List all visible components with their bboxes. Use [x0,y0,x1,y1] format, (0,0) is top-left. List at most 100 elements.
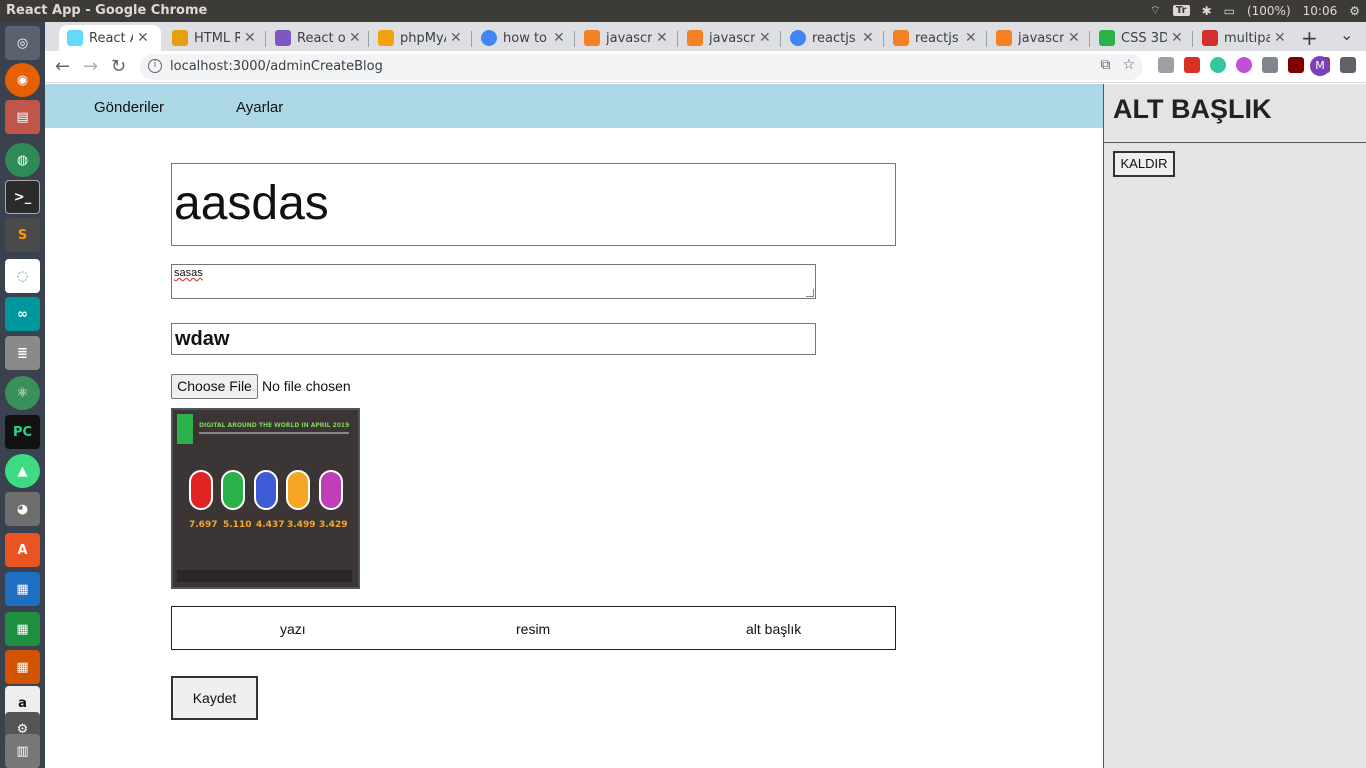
firefox-icon[interactable]: ◉ [5,63,40,97]
tab-react-app[interactable]: React App ✕ [59,25,161,51]
tab-strip: React App ✕ HTML Reference✕ React onClic… [45,22,1366,51]
react-icon [67,30,83,46]
arduino-icon[interactable]: ∞ [5,297,40,331]
close-icon[interactable]: ✕ [137,30,149,46]
site-info-icon[interactable]: i [148,59,162,73]
new-tab-icon[interactable]: + [1301,26,1318,50]
resize-handle[interactable] [806,289,814,297]
choose-file-button[interactable]: Choose File [171,374,258,399]
post-title-input[interactable]: aasdas [171,163,896,246]
reload-icon[interactable]: ↻ [111,56,126,77]
profile-avatar[interactable]: M [1310,56,1330,76]
add-text-block-option[interactable]: yazı [280,621,306,637]
extension-icon[interactable] [1184,57,1200,73]
extension-icon[interactable] [1236,57,1252,73]
infographic-value: 5.110 [223,520,252,530]
browser-tab[interactable]: reactjs ✕ [782,25,882,51]
browser-tab[interactable]: phpMyAdmin✕ [370,25,470,51]
browser-tab[interactable]: HTML Reference✕ [164,25,264,51]
browser-tab[interactable]: javascript✕ [679,25,779,51]
power-icon[interactable]: ⚙ [1349,4,1360,18]
back-icon[interactable]: ← [55,56,70,77]
browser-tab[interactable]: how to ✕ [473,25,573,51]
extension-icon[interactable] [1158,57,1174,73]
tab-favicon [687,30,703,46]
post-subtitle-input[interactable]: wdaw [171,323,816,355]
close-icon[interactable]: ✕ [1068,30,1080,46]
close-icon[interactable]: ✕ [349,30,361,46]
tab-favicon [1099,30,1115,46]
impress-icon[interactable]: ▦ [5,650,40,684]
close-icon[interactable]: ✕ [759,30,771,46]
menu-icon[interactable]: ⋮ [1342,56,1358,75]
software-center-icon[interactable]: A [5,533,40,567]
close-icon[interactable]: ✕ [450,30,462,46]
close-icon[interactable]: ✕ [862,30,874,46]
infographic-value: 4.437 [256,520,285,530]
clock[interactable]: 10:06 [1303,4,1338,18]
dash-icon[interactable]: ◎ [5,26,40,60]
remove-button[interactable]: KALDIR [1113,151,1175,177]
infographic-value: 3.499 [287,520,316,530]
description-text: sasas [174,267,203,279]
forward-icon[interactable]: → [83,56,98,77]
database-icon[interactable]: ≣ [5,336,40,370]
ring-icon[interactable]: ◌ [5,259,40,293]
address-bar[interactable]: i localhost:3000/adminCreateBlog ⧉ ☆ [140,54,1143,80]
close-icon[interactable]: ✕ [965,30,977,46]
window-title: React App - Google Chrome [6,3,208,18]
save-button[interactable]: Kaydet [171,676,258,720]
tab-favicon [1202,30,1218,46]
add-subtitle-block-option[interactable]: alt başlık [746,621,801,637]
bluetooth-icon[interactable]: ✱ [1202,4,1212,18]
files-icon[interactable]: ▤ [5,100,40,134]
android-studio-icon[interactable]: ▲ [5,454,40,488]
extension-icon[interactable] [1262,57,1278,73]
extension-icon[interactable] [1210,57,1226,73]
close-icon[interactable]: ✕ [1274,30,1286,46]
system-tray: ⌔ Tr ✱ ▭ (100%) 10:06 ⚙ [1150,3,1360,18]
browser-tab[interactable]: javascript✕ [988,25,1088,51]
tab-favicon [172,30,188,46]
chrome-icon[interactable]: ◍ [5,143,40,177]
browser-tab[interactable]: React onClick✕ [267,25,367,51]
tab-favicon [378,30,394,46]
post-description-textarea[interactable]: sasas [171,264,816,299]
close-icon[interactable]: ✕ [244,30,256,46]
extensions-area [1158,57,1366,73]
gimp-icon[interactable]: ◕ [5,492,40,526]
divider [1104,142,1366,143]
pycharm-icon[interactable]: PC [5,415,40,449]
browser-tab[interactable]: CSS 3D ✕ [1091,25,1191,51]
os-top-bar: React App - Google Chrome ⌔ Tr ✱ ▭ (100%… [0,0,1366,22]
close-icon[interactable]: ✕ [553,30,565,46]
add-image-block-option[interactable]: resim [516,621,550,637]
nav-settings-link[interactable]: Ayarlar [236,99,283,116]
tab-favicon [481,30,497,46]
tab-favicon [996,30,1012,46]
infographic-heading: DIGITAL AROUND THE WORLD IN APRIL 2019 [199,422,350,429]
battery-icon[interactable]: ▭ [1224,4,1235,18]
infographic-subheading [199,432,349,434]
wifi-icon[interactable]: ⌔ [1150,3,1161,18]
atom-icon[interactable]: ⚛ [5,376,40,410]
close-icon[interactable]: ✕ [1171,30,1183,46]
writer-icon[interactable]: ▦ [5,572,40,606]
nav-posts-link[interactable]: Gönderiler [94,99,164,116]
terminal-icon[interactable]: >_ [5,180,40,214]
browser-tab[interactable]: multipart✕ [1194,25,1294,51]
trash-icon[interactable]: ▥ [5,734,40,768]
bookmark-star-icon[interactable]: ☆ [1122,57,1135,73]
translate-icon[interactable]: ⧉ [1100,57,1110,73]
url-text[interactable]: localhost:3000/adminCreateBlog [170,59,383,74]
calc-icon[interactable]: ▦ [5,612,40,646]
ublock-icon[interactable] [1288,57,1304,73]
subtitle-side-panel: ALT BAŞLIK KALDIR [1103,84,1366,768]
close-icon[interactable]: ✕ [656,30,668,46]
tab-search-icon[interactable]: ⌄ [1340,25,1353,44]
browser-tab[interactable]: javascript✕ [576,25,676,51]
keyboard-layout[interactable]: Tr [1172,5,1190,16]
battery-percent: (100%) [1246,3,1291,18]
sublime-icon[interactable]: S [5,218,40,252]
browser-tab[interactable]: reactjs ✕ [885,25,985,51]
